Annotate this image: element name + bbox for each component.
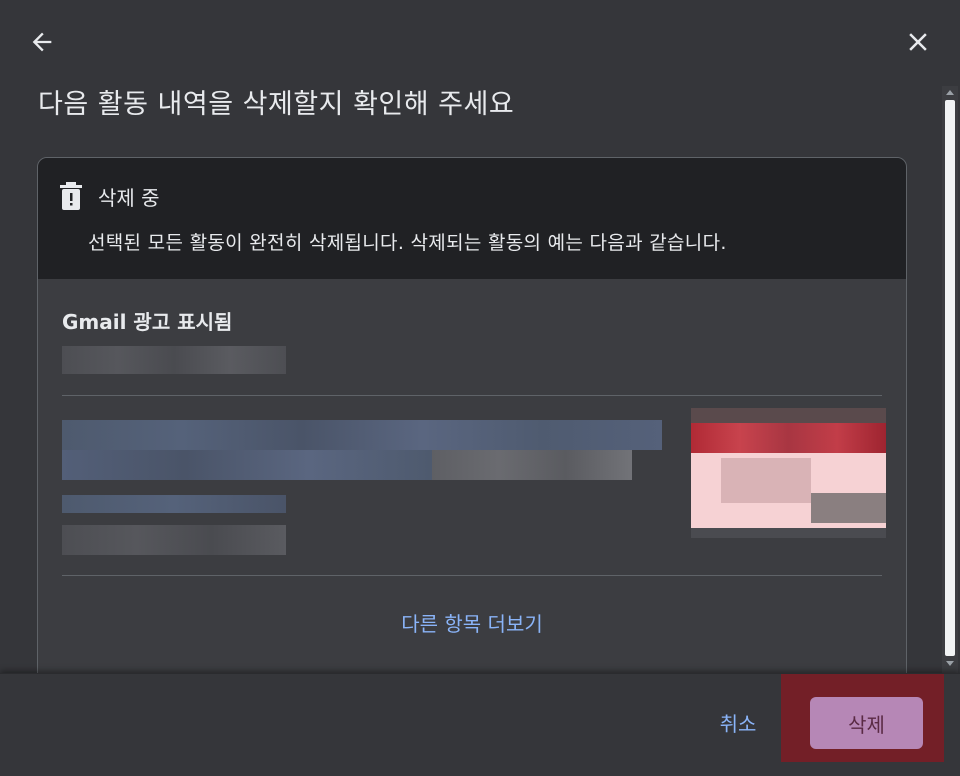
trash-icon	[60, 182, 82, 210]
deletion-notice: 삭제 중 선택된 모든 활동이 완전히 삭제됩니다. 삭제되는 활동의 예는 다…	[38, 158, 906, 279]
divider	[62, 575, 882, 576]
scroll-down-arrow-icon[interactable]	[946, 661, 954, 666]
notice-title: 삭제 중	[98, 186, 160, 210]
blurred-ad-text	[62, 450, 432, 480]
cancel-button[interactable]: 취소	[700, 708, 776, 738]
delete-button[interactable]: 삭제	[810, 697, 923, 749]
back-button[interactable]	[22, 22, 62, 62]
ad-thumbnail	[691, 408, 886, 538]
notice-description: 선택된 모든 활동이 완전히 삭제됩니다. 삭제되는 활동의 예는 다음과 같습…	[88, 232, 727, 254]
activity-card: 삭제 중 선택된 모든 활동이 완전히 삭제됩니다. 삭제되는 활동의 예는 다…	[37, 157, 907, 699]
divider	[62, 395, 882, 396]
dialog-title: 다음 활동 내역을 삭제할지 확인해 주세요	[38, 89, 515, 120]
blurred-ad-text	[62, 495, 286, 513]
blurred-date	[62, 346, 286, 374]
scroll-up-arrow-icon[interactable]	[946, 90, 954, 95]
activity-section-title: Gmail 광고 표시됨	[62, 310, 233, 334]
blurred-ad-text	[62, 420, 662, 450]
close-icon	[909, 33, 927, 51]
dialog-header	[0, 0, 960, 84]
scrollbar-thumb[interactable]	[945, 100, 955, 656]
arrow-left-icon	[32, 32, 52, 52]
close-button[interactable]	[898, 22, 938, 62]
blurred-ad-text	[432, 450, 632, 480]
show-more-link[interactable]: 다른 항목 더보기	[38, 608, 906, 637]
blurred-ad-source	[62, 525, 286, 555]
